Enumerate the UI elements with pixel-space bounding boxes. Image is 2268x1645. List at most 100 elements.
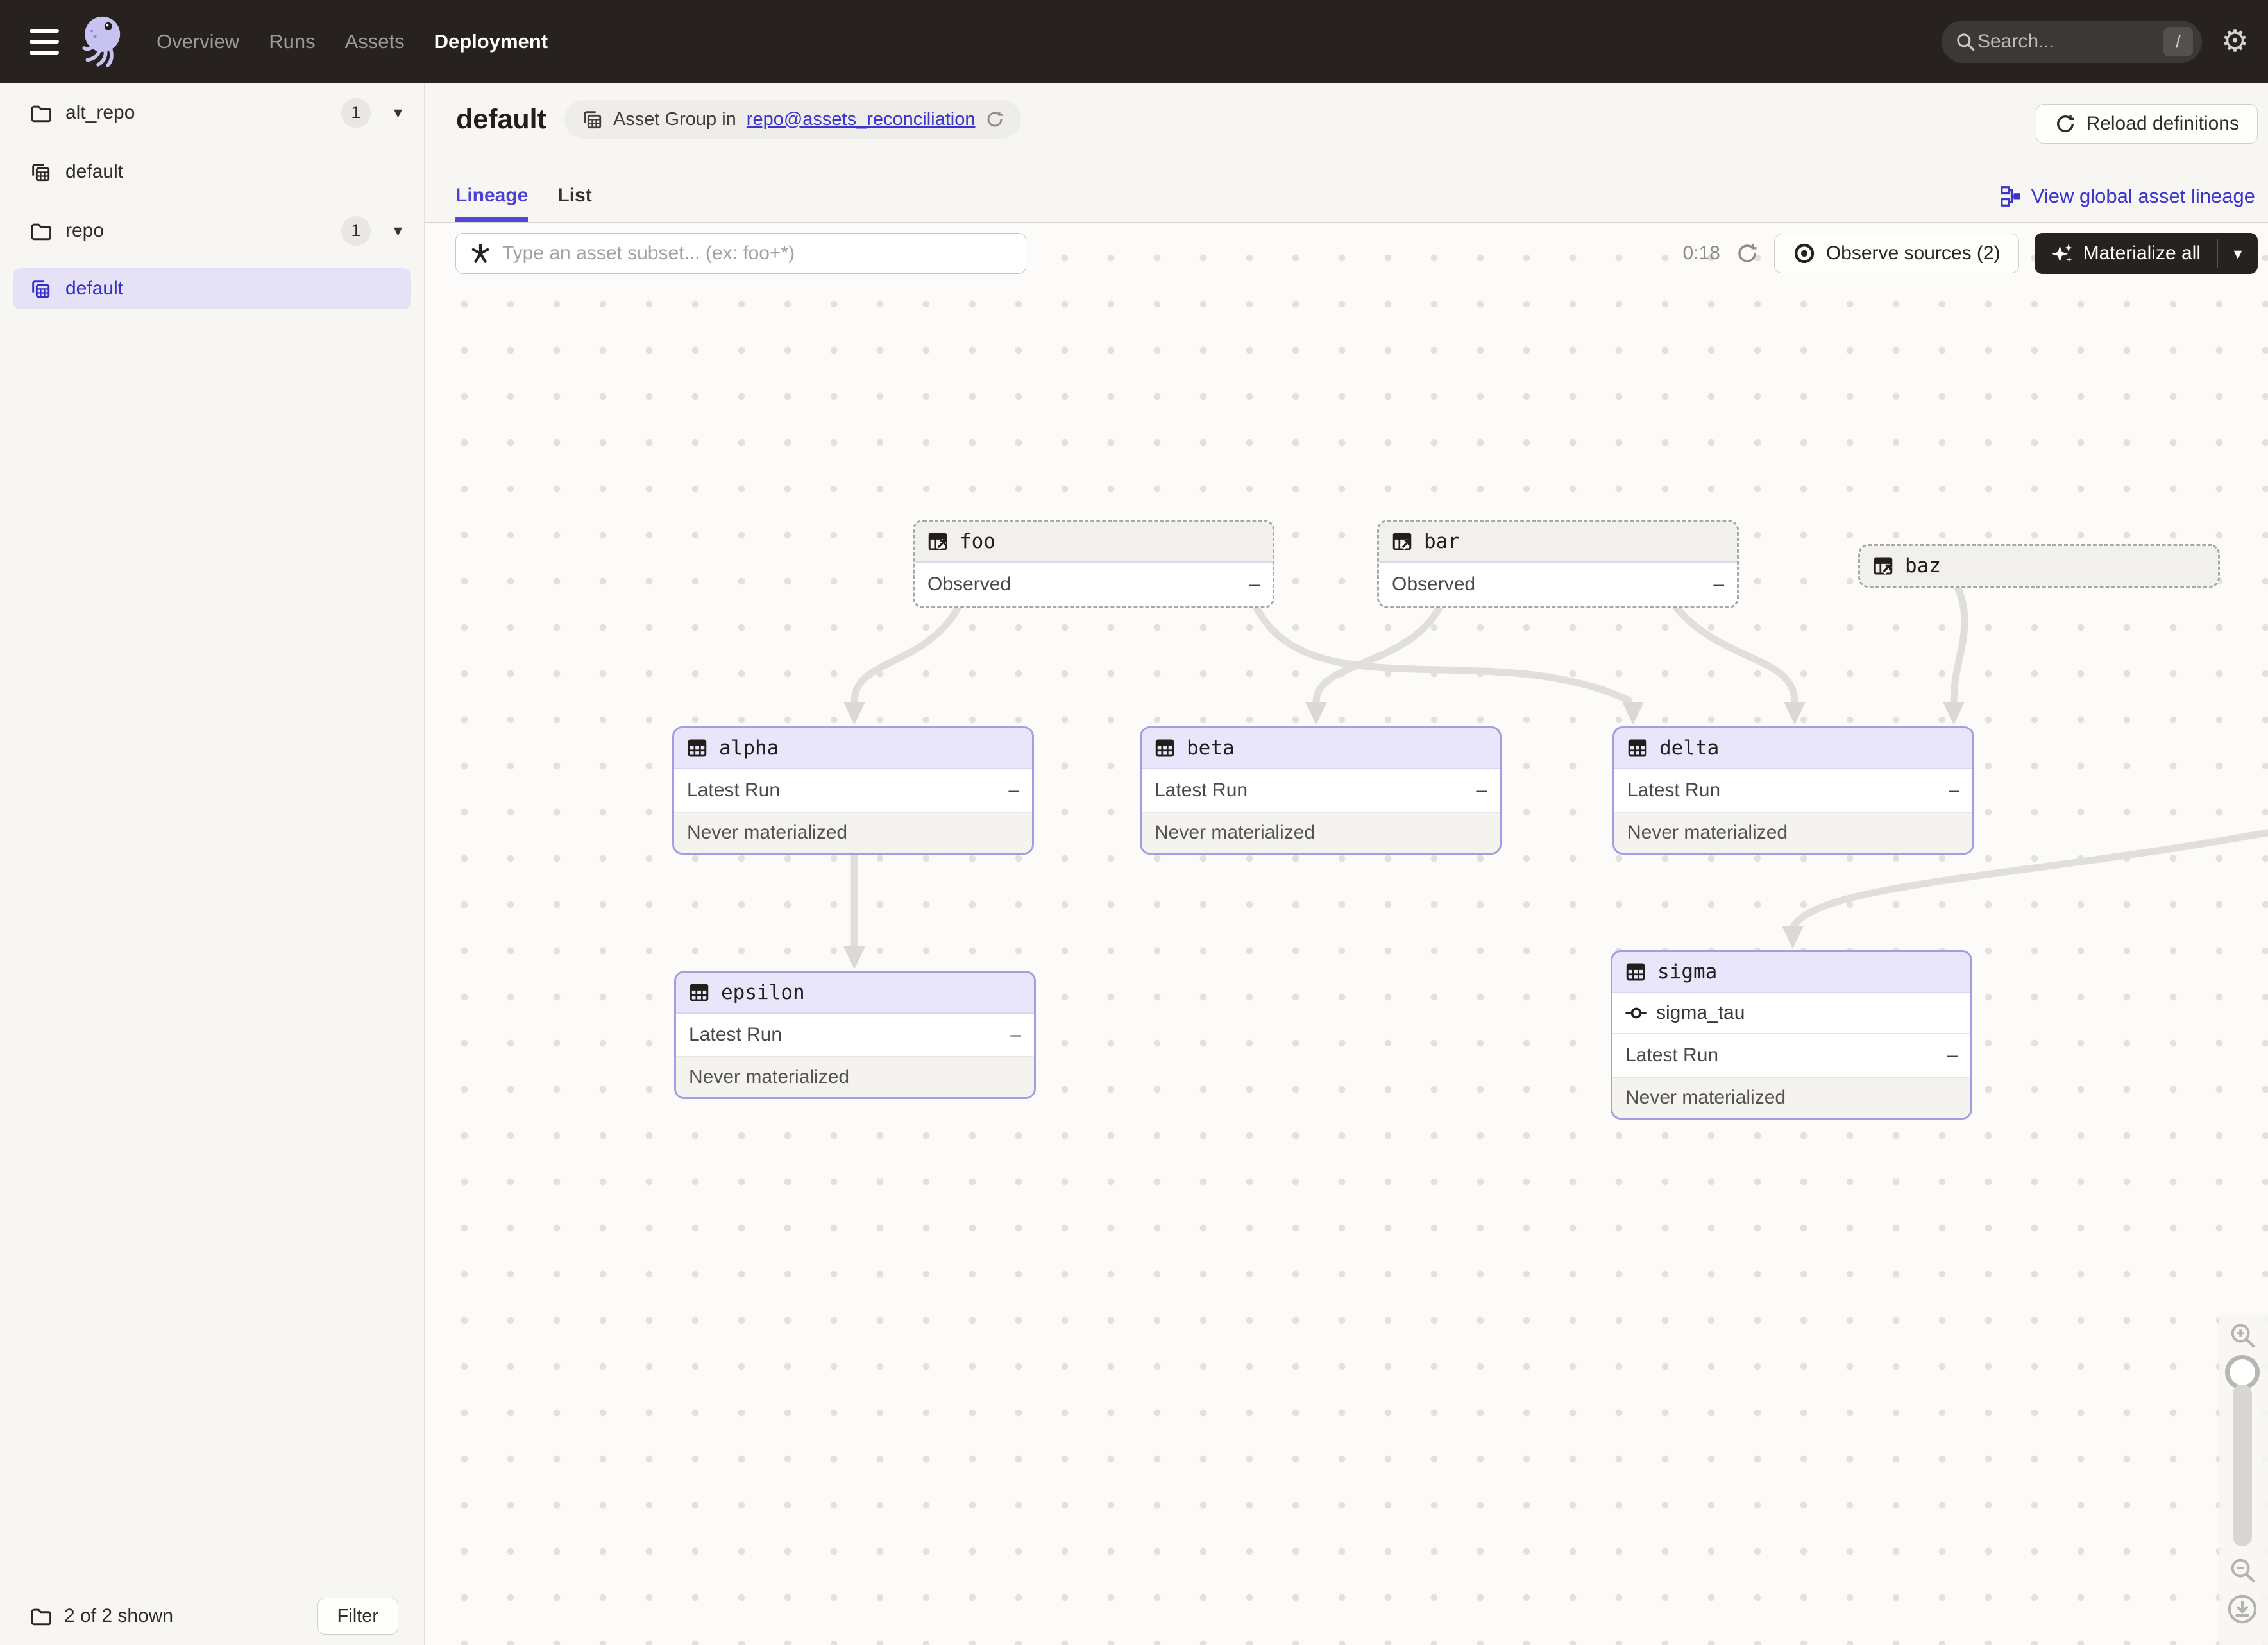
global-search[interactable]: / — [1942, 21, 2202, 63]
asset-node-baz[interactable]: baz — [1858, 544, 2220, 588]
lineage-graph-icon — [1999, 185, 2022, 208]
row-label: Latest Run — [1155, 780, 1248, 801]
repo-location-link[interactable]: repo@assets_reconciliation — [747, 109, 976, 130]
chevron-down-icon[interactable]: ▾ — [394, 103, 402, 123]
row-label: Latest Run — [689, 1024, 782, 1046]
row-label: Observed — [1392, 574, 1475, 595]
nav-deployment[interactable]: Deployment — [434, 30, 548, 53]
asset-node-foo[interactable]: foo Observed – — [913, 520, 1274, 608]
count-badge: 1 — [341, 98, 371, 128]
asset-group-icon — [30, 278, 51, 300]
asset-node-sigma[interactable]: sigma sigma_tau Latest Run – Never mater… — [1611, 950, 1972, 1120]
folder-icon — [30, 220, 51, 242]
sidebar-item-default-altrepo[interactable]: default — [0, 142, 424, 201]
row-label: Never materialized — [687, 822, 847, 844]
row-label: Latest Run — [687, 780, 780, 801]
dagster-app: Overview Runs Assets Deployment / ⚙ alt_… — [0, 0, 2268, 1645]
reload-icon — [2054, 113, 2076, 135]
dagster-logo-icon[interactable] — [76, 12, 127, 71]
row-label: Never materialized — [689, 1066, 849, 1088]
sidebar-item-label: alt_repo — [65, 102, 135, 124]
nav-runs[interactable]: Runs — [269, 30, 315, 53]
asset-node-epsilon[interactable]: epsilon Latest Run – Never materialized — [674, 971, 1036, 1099]
table-asset-icon — [1153, 737, 1176, 760]
asset-subset-input[interactable] — [501, 242, 1013, 265]
count-badge: 1 — [341, 216, 371, 246]
asset-name: epsilon — [721, 981, 805, 1004]
nav-overview[interactable]: Overview — [157, 30, 239, 53]
zoom-controls — [2223, 1320, 2262, 1626]
sidebar-item-repo[interactable]: repo 1 ▾ — [0, 201, 424, 260]
table-asset-icon — [1626, 737, 1649, 760]
asset-node-delta[interactable]: delta Latest Run – Never materialized — [1612, 726, 1974, 855]
row-value: – — [1476, 780, 1487, 801]
source-asset-icon — [1872, 554, 1895, 577]
asset-check-name: sigma_tau — [1656, 1002, 1745, 1024]
source-asset-icon — [1391, 530, 1414, 553]
asset-name: bar — [1424, 530, 1460, 553]
refresh-icon[interactable] — [985, 110, 1004, 129]
asset-node-alpha[interactable]: alpha Latest Run – Never materialized — [672, 726, 1034, 855]
sidebar-item-alt-repo[interactable]: alt_repo 1 ▾ — [0, 83, 424, 142]
asset-node-bar[interactable]: bar Observed – — [1377, 520, 1739, 608]
asset-check-icon — [1625, 1002, 1647, 1024]
zoom-out-icon[interactable] — [2228, 1555, 2257, 1585]
asset-name: delta — [1659, 737, 1719, 760]
asset-group-icon — [581, 108, 603, 130]
row-value: – — [1010, 1024, 1021, 1046]
row-value: – — [1008, 780, 1019, 801]
asset-node-beta[interactable]: beta Latest Run – Never materialized — [1140, 726, 1502, 855]
table-asset-icon — [1624, 960, 1647, 984]
observe-eye-icon — [1793, 242, 1816, 265]
asset-name: beta — [1187, 737, 1235, 760]
asset-selection-icon — [469, 242, 492, 265]
settings-gear-icon[interactable]: ⚙ — [2221, 26, 2249, 57]
sidebar-footer: 2 of 2 shown Filter — [0, 1587, 424, 1645]
materialize-all-button[interactable]: Materialize all ▾ — [2035, 233, 2258, 274]
folder-icon — [30, 1605, 51, 1627]
folder-icon — [30, 102, 51, 124]
sidebar-item-default-repo-selected[interactable]: default — [13, 268, 411, 309]
table-asset-icon — [686, 737, 709, 760]
sidebar-item-label: repo — [65, 220, 104, 242]
row-value: – — [1947, 1044, 1958, 1066]
nav-assets[interactable]: Assets — [345, 30, 405, 53]
menu-icon[interactable] — [30, 29, 59, 55]
nav-links: Overview Runs Assets Deployment — [157, 30, 548, 53]
asset-name: baz — [1905, 554, 1941, 577]
asset-subset-filter[interactable] — [455, 233, 1026, 274]
lineage-canvas[interactable]: 0:18 Observe sources (2) — [424, 222, 2268, 1645]
chevron-down-icon[interactable]: ▾ — [394, 221, 402, 241]
row-label: Latest Run — [1627, 780, 1720, 801]
chevron-down-icon: ▾ — [2233, 244, 2242, 264]
asset-group-header: default Asset Group in repo@assets_recon… — [424, 83, 2268, 223]
refresh-icon[interactable] — [1736, 242, 1759, 265]
asset-name: alpha — [719, 737, 779, 760]
asset-group-icon — [30, 161, 51, 183]
observe-sources-button[interactable]: Observe sources (2) — [1774, 234, 2019, 273]
download-image-icon[interactable] — [2226, 1592, 2259, 1626]
source-asset-icon — [926, 530, 949, 553]
zoom-in-icon[interactable] — [2228, 1320, 2257, 1350]
tab-list[interactable]: List — [557, 185, 591, 222]
materialize-dropdown[interactable]: ▾ — [2218, 233, 2258, 274]
search-input[interactable] — [1976, 30, 2163, 53]
tab-lineage[interactable]: Lineage — [455, 185, 528, 222]
sparkle-icon — [2051, 242, 2074, 265]
canvas-actions: 0:18 Observe sources (2) — [1682, 233, 2258, 274]
materialize-label: Materialize all — [2083, 243, 2201, 264]
row-value: – — [1713, 574, 1724, 595]
search-icon — [1954, 31, 1976, 53]
filter-button[interactable]: Filter — [317, 1598, 398, 1635]
shown-count: 2 of 2 shown — [64, 1605, 173, 1627]
reload-label: Reload definitions — [2086, 113, 2240, 135]
refresh-timer: 0:18 — [1682, 243, 1720, 264]
view-global-lineage-link[interactable]: View global asset lineage — [1999, 185, 2255, 208]
asset-name: foo — [960, 530, 995, 553]
reload-definitions-button[interactable]: Reload definitions — [2036, 104, 2258, 144]
observe-label: Observe sources (2) — [1826, 243, 2001, 264]
row-value: – — [1249, 574, 1260, 595]
sidebar-item-label: default — [65, 161, 123, 183]
view-tabs: Lineage List — [455, 185, 592, 222]
zoom-slider-track[interactable] — [2233, 1385, 2252, 1546]
